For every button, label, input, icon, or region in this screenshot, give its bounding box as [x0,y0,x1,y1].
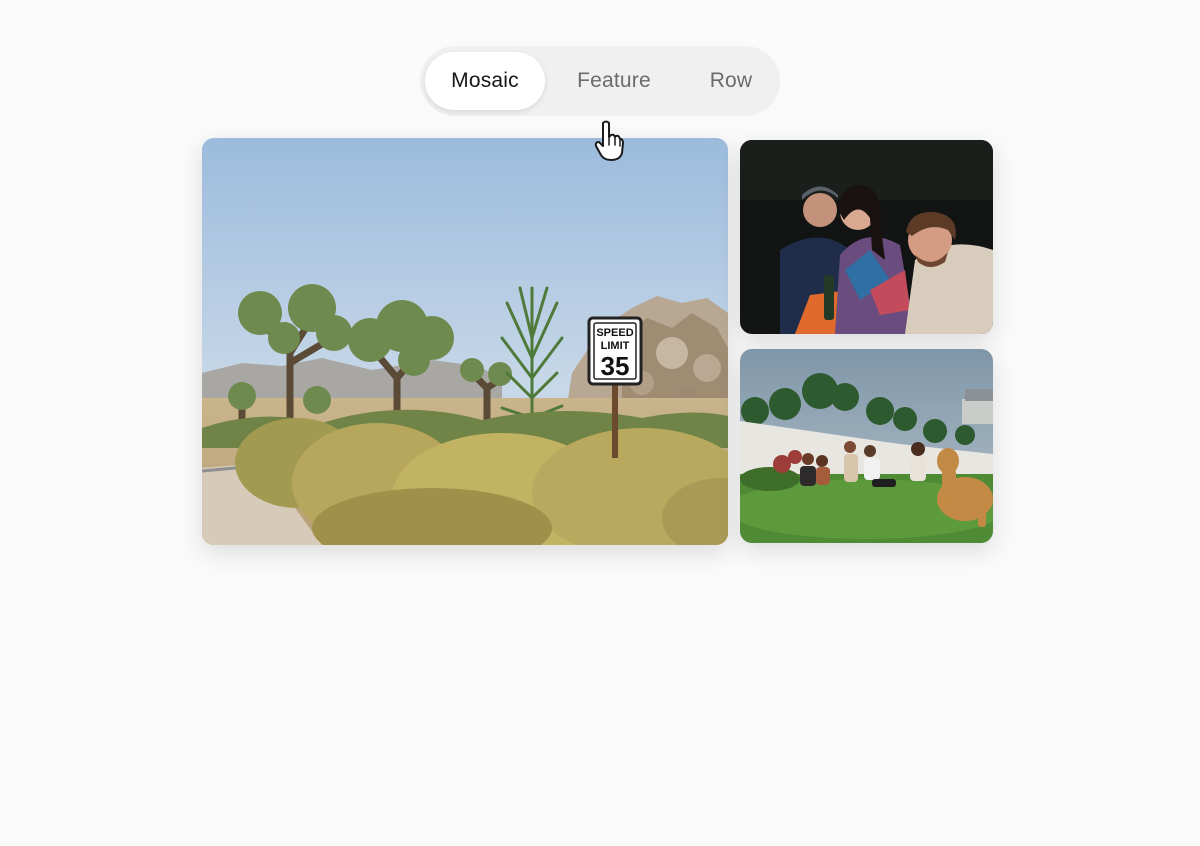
photo-friends-lawn[interactable] [740,349,993,543]
sign-line-3: 35 [601,351,630,381]
desert-photo-image: SPEED LIMIT 35 [202,138,728,545]
selfie-photo-image [740,140,993,334]
photo-desert[interactable]: SPEED LIMIT 35 [202,138,728,545]
layout-switcher: Mosaic Feature Row [420,46,780,116]
tab-feature[interactable]: Feature [554,52,674,110]
sign-line-1: SPEED [596,327,633,339]
photo-friends-selfie[interactable] [740,140,993,334]
hand-pointer-icon [594,120,624,161]
tab-mosaic[interactable]: Mosaic [425,52,545,110]
tab-row[interactable]: Row [686,52,776,110]
lawn-photo-image [740,349,993,543]
